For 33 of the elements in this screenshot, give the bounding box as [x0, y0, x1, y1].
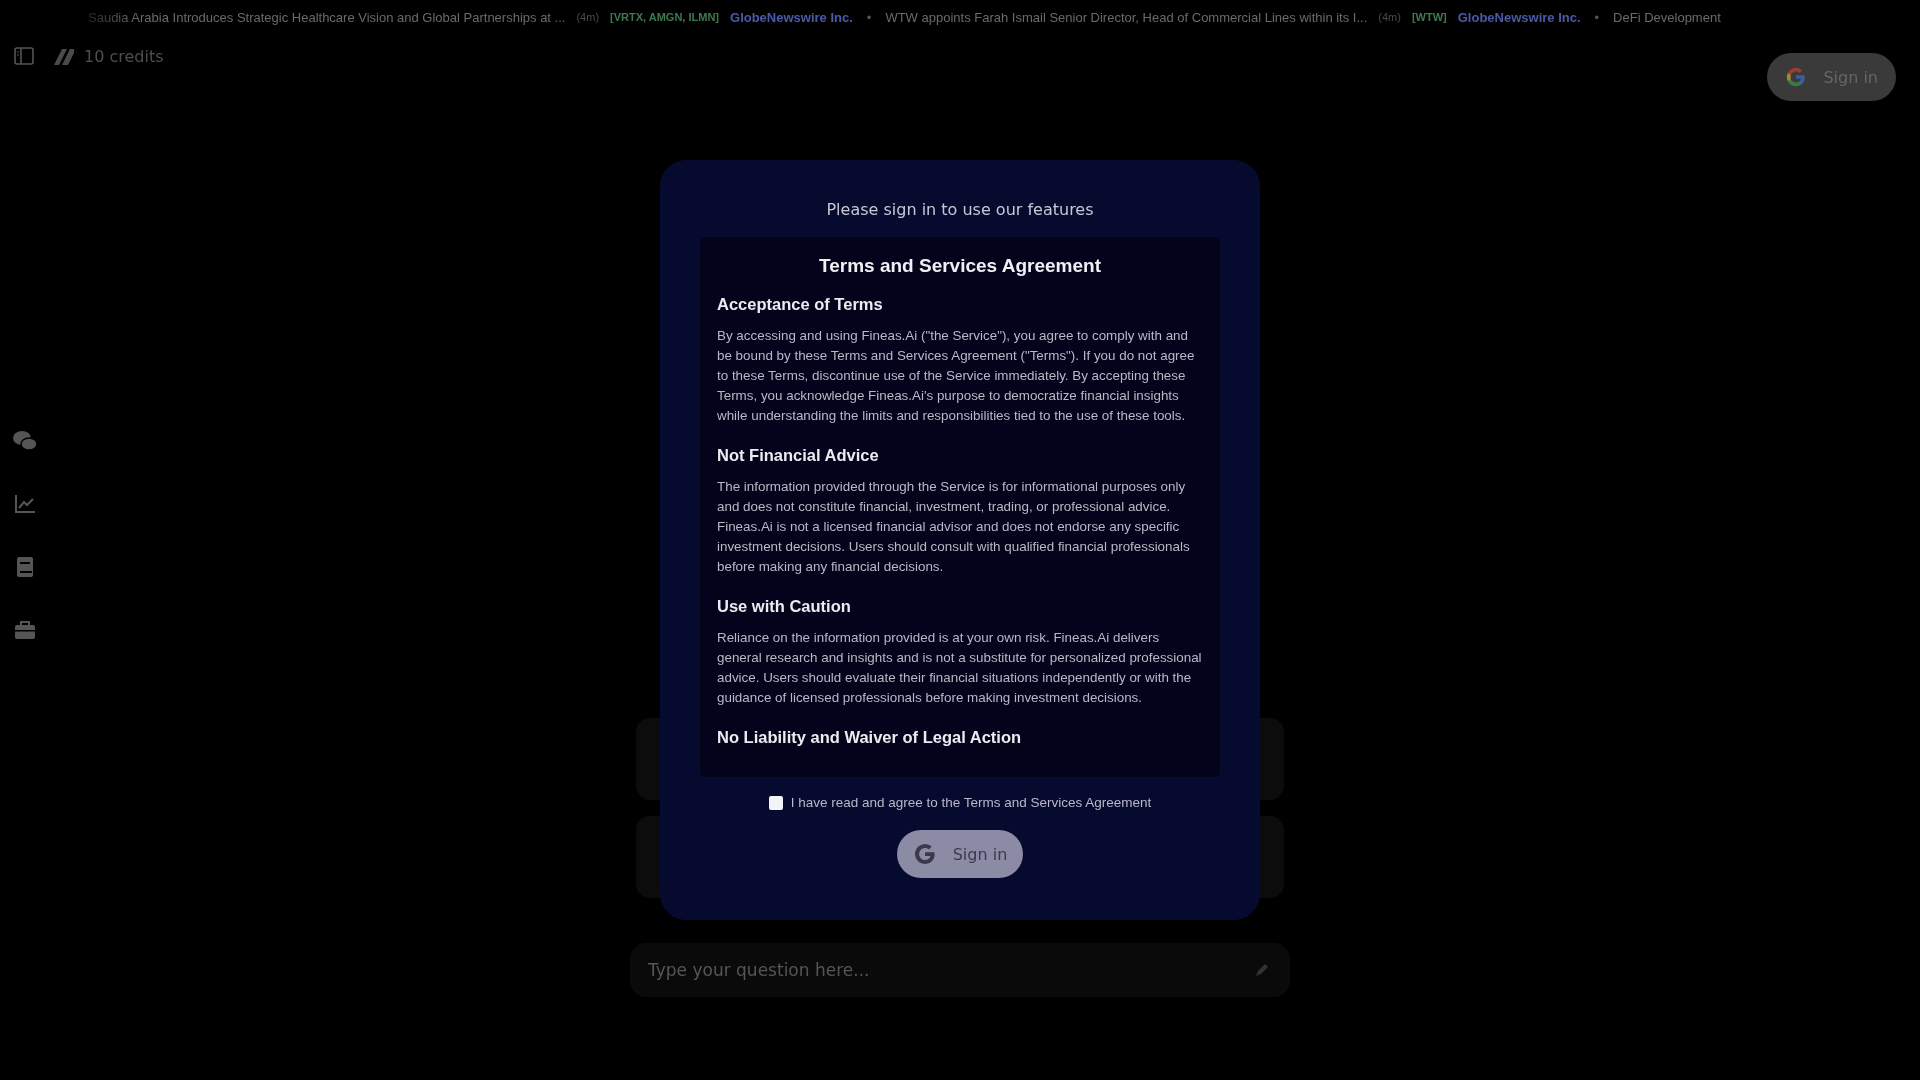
- separator-dot: •: [866, 9, 872, 25]
- news-source: GlobeNewswire Inc.: [730, 9, 853, 25]
- news-age: (4m): [1378, 11, 1401, 23]
- pen-icon[interactable]: [1254, 962, 1270, 978]
- news-tickers: [VRTX, AMGN, ILMN]: [610, 11, 719, 23]
- question-field[interactable]: Type your question here...: [630, 943, 1290, 997]
- agree-label[interactable]: I have read and agree to the Terms and Services Agreement: [790, 795, 1152, 810]
- news-headline[interactable]: DeFi Development: [1613, 9, 1721, 25]
- news-headline[interactable]: Saudia Arabia Introduces Strategic Healthcare Vision and Global Partnerships at ...: [88, 9, 566, 25]
- credits-count: 10 credits: [84, 46, 164, 66]
- news-tickers: [WTW]: [1411, 11, 1447, 23]
- briefcase-icon[interactable]: [14, 620, 36, 640]
- section-heading: Not Financial Advice: [717, 446, 880, 465]
- line-chart-icon[interactable]: [14, 494, 36, 514]
- news-headline[interactable]: WTW appoints Farah Ismail Senior Director, Head of Commercial Lines within its I...: [885, 9, 1368, 25]
- chat-icon[interactable]: [12, 430, 38, 452]
- sidebar-toggle-icon[interactable]: [14, 47, 34, 65]
- news-source: GlobeNewswire Inc.: [1457, 9, 1581, 25]
- google-icon: [1785, 66, 1808, 88]
- dialog-prompt: Please sign in to use our features: [826, 200, 1094, 219]
- section-text: By accessing and using Fineas.Ai ("the Service"), you agree to comply with and be bound by these Terms and Services Agreement ("Terms"). If you do not agree to these Terms, discontinue use of the Service immediately. By accepting these Terms, you acknowledge Fineas.Ai's purpose to democratize financial insights while understanding the limits and responsibilities tied to the use of these tools.: [717, 327, 1196, 425]
- sign-in-button[interactable]: Sign in: [896, 830, 1024, 878]
- section-heading: Acceptance of Terms: [717, 295, 884, 314]
- separator-dot: •: [1594, 9, 1600, 25]
- section-heading: No Liability and Waiver of Legal Action: [717, 728, 1023, 747]
- section-heading: Use with Caution: [717, 597, 852, 616]
- section-text: Reliance on the information provided is at your own risk. Fineas.Ai delivers general research and insights and is not a substitute for personalized professional advice. Users should evaluate their financial situations independently or with the guidance of licensed professionals before making investment decisions.: [717, 629, 1203, 707]
- news-age: (4m): [576, 11, 600, 23]
- google-icon: [912, 842, 937, 866]
- section-text: The information provided through the Service is for informational purposes only and does not constitute financial, investment, trading, or professional advice. Fineas.Ai is not a licensed financial advisor and does not endorse any specific investment decisions. Users should consult with qualified financial professionals before making any financial decisions.: [717, 478, 1191, 576]
- book-icon[interactable]: [16, 556, 34, 578]
- terms-title: Terms and Services Agreement: [818, 255, 1102, 277]
- agree-checkbox[interactable]: [768, 795, 783, 810]
